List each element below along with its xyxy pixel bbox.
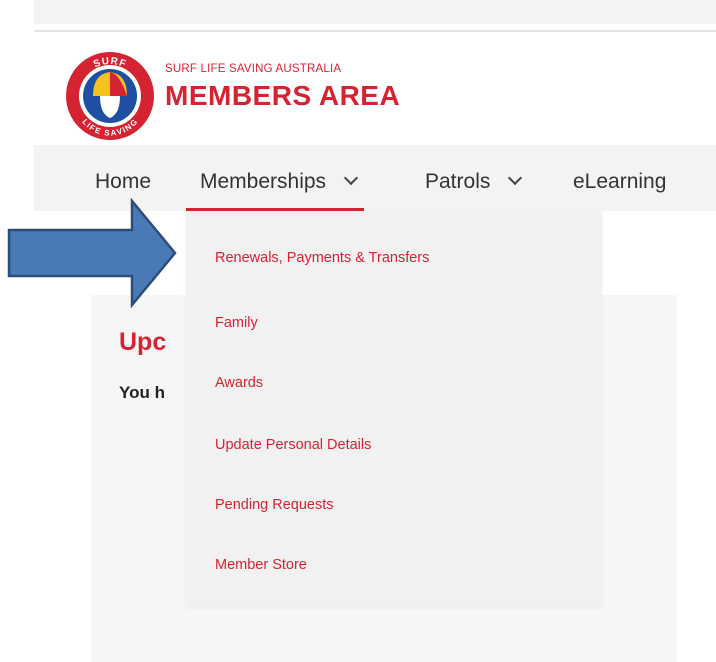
nav-item-label: Memberships (200, 170, 327, 193)
menu-item-family[interactable]: Family (215, 315, 258, 331)
header-divider (34, 30, 716, 32)
menu-item-update-personal-details[interactable]: Update Personal Details (215, 437, 371, 453)
nav-item-home[interactable]: Home (95, 170, 151, 194)
nav-item-label: Patrols (425, 170, 491, 193)
nav-item-memberships[interactable]: Memberships (200, 170, 358, 194)
pointer-arrow-annotation (7, 198, 177, 308)
site-title[interactable]: MEMBERS AREA (165, 80, 400, 112)
surf-life-saving-logo-icon[interactable]: SURF LIFE SAVING (64, 50, 156, 142)
menu-item-awards[interactable]: Awards (215, 375, 263, 391)
nav-item-label: Home (95, 170, 152, 193)
menu-item-member-store[interactable]: Member Store (215, 557, 307, 573)
org-name: SURF LIFE SAVING AUSTRALIA (165, 63, 342, 75)
chevron-down-icon (343, 170, 358, 186)
page: SURF LIFE SAVING SURF LIFE SAVING AUSTRA… (0, 0, 716, 662)
nav-item-patrols[interactable]: Patrols (425, 170, 523, 194)
content-text: You h (119, 383, 165, 402)
right-arrow-icon (7, 198, 177, 308)
nav-item-elearning[interactable]: eLearning (573, 170, 666, 194)
browser-top-strip (34, 0, 716, 24)
content-title: Upc (119, 328, 167, 356)
menu-item-renewals-payments-transfers[interactable]: Renewals, Payments & Transfers (215, 250, 429, 266)
chevron-down-icon (508, 170, 523, 186)
nav-item-label: eLearning (573, 170, 667, 193)
memberships-dropdown-menu: Renewals, Payments & Transfers Family Aw… (186, 211, 602, 607)
menu-item-pending-requests[interactable]: Pending Requests (215, 497, 334, 513)
